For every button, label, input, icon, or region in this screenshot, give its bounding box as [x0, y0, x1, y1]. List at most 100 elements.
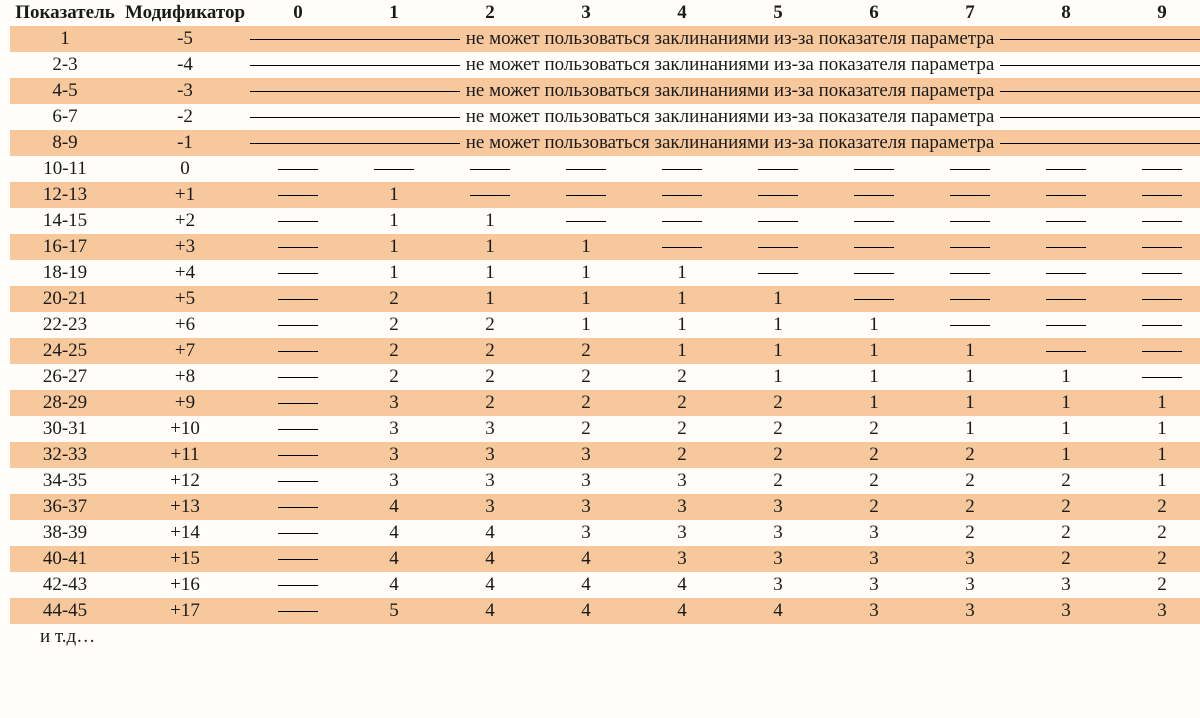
cell-mod: +6: [120, 312, 250, 338]
cell-value: [826, 260, 922, 286]
cell-value: 1: [346, 208, 442, 234]
cell-value: [922, 156, 1018, 182]
dash-icon: [662, 221, 702, 222]
cell-value: 2: [442, 312, 538, 338]
cell-stat: 18-19: [10, 260, 120, 286]
col-mod: Модификатор: [120, 0, 250, 26]
cell-value: [1018, 338, 1114, 364]
cell-stat: 22-23: [10, 312, 120, 338]
col-stat: Показатель: [10, 0, 120, 26]
dash-icon: [950, 195, 990, 196]
cell-value: 3: [826, 520, 922, 546]
cell-value: 1: [922, 416, 1018, 442]
cell-stat: 34-35: [10, 468, 120, 494]
cell-value: [250, 442, 346, 468]
cell-value: 2: [1018, 546, 1114, 572]
cell-stat: 4-5: [10, 78, 120, 104]
cell-mod: +15: [120, 546, 250, 572]
dash-icon: [566, 169, 606, 170]
dash-icon: [1142, 351, 1182, 352]
dash-icon: [278, 507, 318, 508]
col-level-2: 2: [442, 0, 538, 26]
cell-value: 1: [442, 208, 538, 234]
dash-icon: [1046, 169, 1086, 170]
cell-value: 4: [730, 598, 826, 624]
cell-value: [250, 312, 346, 338]
cell-value: [250, 338, 346, 364]
table-row: 20-21+521111: [10, 286, 1200, 312]
dash-icon: [662, 195, 702, 196]
cell-value: 1: [922, 390, 1018, 416]
cannot-cast-message: не может пользоваться заклинаниями из-за…: [250, 52, 1200, 78]
col-level-9: 9: [1114, 0, 1200, 26]
table-row: 16-17+3111: [10, 234, 1200, 260]
dash-icon: [278, 611, 318, 612]
dash-icon: [1142, 325, 1182, 326]
cell-value: 3: [1018, 598, 1114, 624]
cell-value: [442, 156, 538, 182]
dash-icon: [758, 273, 798, 274]
cell-mod: +3: [120, 234, 250, 260]
cell-value: [250, 390, 346, 416]
cell-stat: 14-15: [10, 208, 120, 234]
cell-value: [250, 598, 346, 624]
cell-value: 2: [922, 442, 1018, 468]
cell-value: [922, 182, 1018, 208]
cell-value: 3: [634, 520, 730, 546]
cell-value: 2: [538, 338, 634, 364]
cell-value: [1114, 312, 1200, 338]
cell-value: 2: [826, 468, 922, 494]
cell-value: 1: [1114, 416, 1200, 442]
cell-value: [634, 182, 730, 208]
cell-stat: 24-25: [10, 338, 120, 364]
dash-icon: [854, 299, 894, 300]
cell-value: 1: [1114, 442, 1200, 468]
dash-icon: [758, 195, 798, 196]
dash-icon: [854, 221, 894, 222]
dash-icon: [1046, 299, 1086, 300]
cell-value: [1018, 208, 1114, 234]
cell-value: 1: [826, 338, 922, 364]
cell-value: 4: [538, 546, 634, 572]
cell-stat: 12-13: [10, 182, 120, 208]
table-row: 44-45+17544443333: [10, 598, 1200, 624]
cell-value: 2: [346, 312, 442, 338]
dash-icon: [1142, 377, 1182, 378]
col-level-5: 5: [730, 0, 826, 26]
cell-value: 1: [634, 286, 730, 312]
cell-value: 2: [1018, 520, 1114, 546]
cell-value: 1: [1018, 442, 1114, 468]
dash-icon: [278, 403, 318, 404]
cell-value: 3: [346, 442, 442, 468]
table-row: 26-27+822221111: [10, 364, 1200, 390]
cell-value: 2: [442, 390, 538, 416]
cell-value: 3: [922, 546, 1018, 572]
cell-value: 3: [442, 442, 538, 468]
cell-value: 1: [1114, 468, 1200, 494]
cell-mod: +7: [120, 338, 250, 364]
cell-value: 2: [442, 364, 538, 390]
cell-value: 1: [346, 234, 442, 260]
cell-stat: 10-11: [10, 156, 120, 182]
cell-mod: +5: [120, 286, 250, 312]
dash-icon: [278, 351, 318, 352]
cell-value: 3: [538, 442, 634, 468]
table-row: 18-19+41111: [10, 260, 1200, 286]
dash-icon: [758, 221, 798, 222]
cell-value: 4: [442, 598, 538, 624]
dash-icon: [278, 429, 318, 430]
cell-mod: +1: [120, 182, 250, 208]
cell-mod: +17: [120, 598, 250, 624]
cell-value: 4: [346, 520, 442, 546]
cell-value: 2: [634, 390, 730, 416]
cell-mod: +8: [120, 364, 250, 390]
dash-icon: [1142, 221, 1182, 222]
cell-value: 3: [1114, 598, 1200, 624]
cell-value: 1: [538, 312, 634, 338]
cell-value: 3: [442, 416, 538, 442]
cell-value: [250, 520, 346, 546]
cell-value: 3: [922, 598, 1018, 624]
cell-value: 3: [442, 468, 538, 494]
dash-icon: [1046, 351, 1086, 352]
table-row: 8-9-1не может пользоваться заклинаниями …: [10, 130, 1200, 156]
